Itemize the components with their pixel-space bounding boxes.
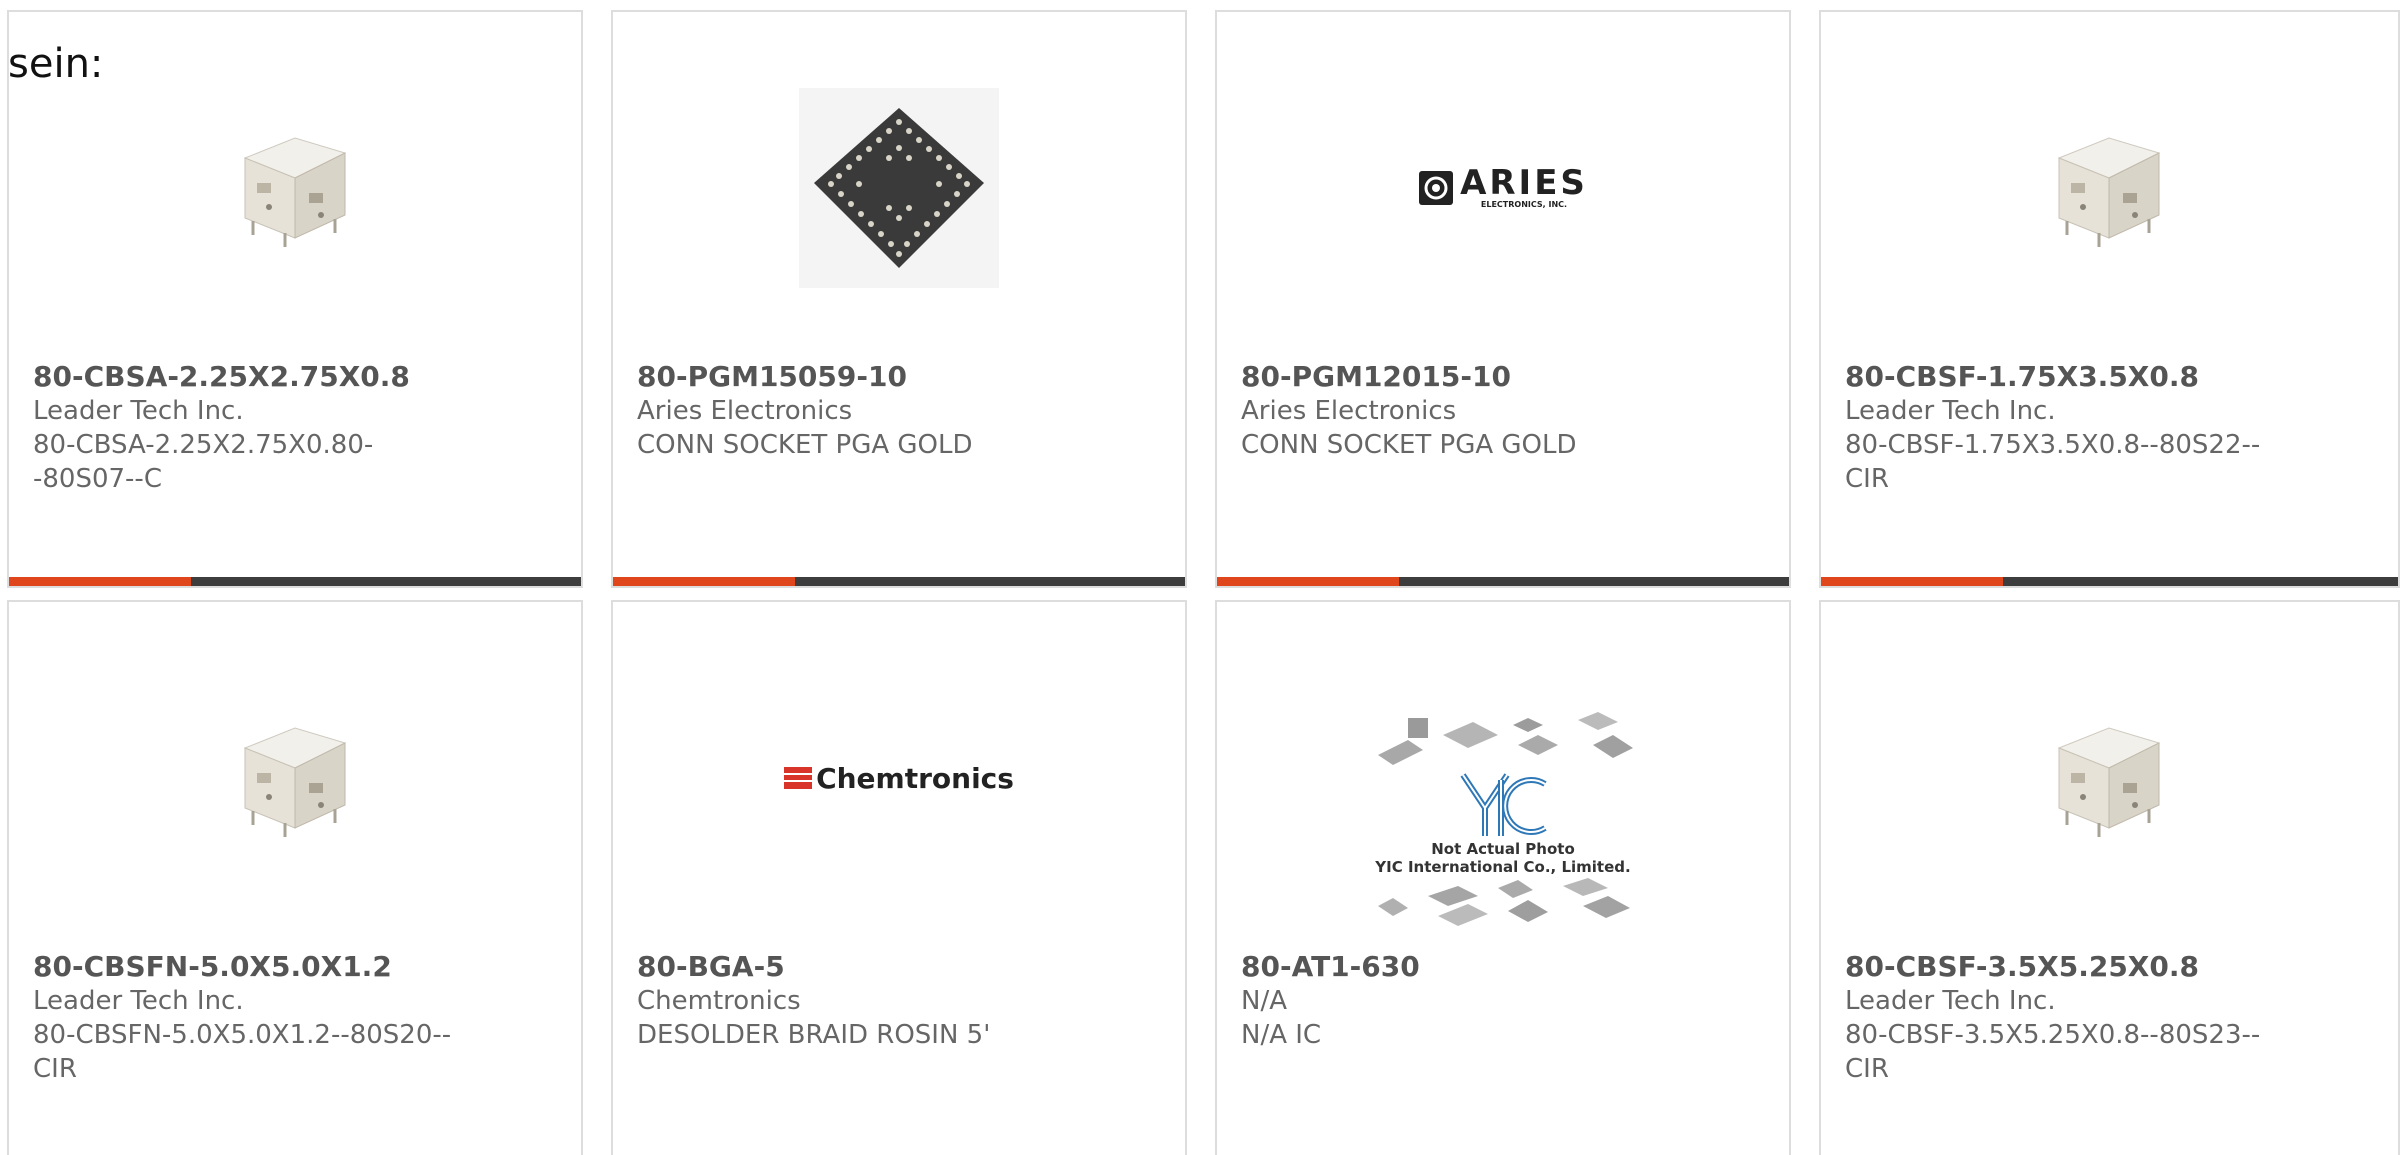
aries-logo-subtext: ELECTRONICS, INC. xyxy=(1480,200,1568,209)
description: CONN SOCKET PGA GOLD xyxy=(637,430,973,460)
card-bar-accent xyxy=(613,577,795,586)
product-card[interactable]: 80-CBSF-1.75X3.5X0.8 Leader Tech Inc. 80… xyxy=(1819,10,2400,588)
description: DESOLDER BRAID ROSIN 5' xyxy=(637,1020,991,1050)
card-bar xyxy=(9,577,581,586)
part-number[interactable]: 80-CBSA-2.25X2.75X0.8 xyxy=(33,360,410,394)
product-image[interactable] xyxy=(9,658,581,898)
not-actual-photo: Not Actual Photo YIC International Co., … xyxy=(1368,710,1638,926)
manufacturer: Leader Tech Inc. xyxy=(1845,396,2056,426)
card-bar xyxy=(613,577,1185,586)
description: N/A IC xyxy=(1241,1020,1322,1050)
part-number[interactable]: 80-CBSFN-5.0X5.0X1.2 xyxy=(33,950,392,984)
description: 80-CBSFN-5.0X5.0X1.2--80S20--CIR xyxy=(33,1020,452,1084)
section-heading: sein: xyxy=(8,41,104,87)
product-image[interactable] xyxy=(9,68,581,308)
card-bar-accent xyxy=(9,577,191,586)
product-card[interactable]: 80-PGM15059-10 Aries Electronics CONN SO… xyxy=(611,10,1187,588)
shield-can-icon xyxy=(243,727,347,837)
card-bar xyxy=(1821,577,2398,586)
part-number[interactable]: 80-AT1-630 xyxy=(1241,950,1420,984)
manufacturer: Chemtronics xyxy=(637,986,801,1016)
chemtronics-logo-text: Chemtronics xyxy=(816,761,1014,795)
manufacturer: Leader Tech Inc. xyxy=(1845,986,2056,1016)
card-bar-accent xyxy=(1217,577,1399,586)
product-image[interactable] xyxy=(1821,658,2397,898)
card-bar-accent xyxy=(1821,577,2003,586)
chip-cluster-bottom-icon xyxy=(1378,878,1630,926)
description: CONN SOCKET PGA GOLD xyxy=(1241,430,1577,460)
yic-logo-icon xyxy=(1460,773,1547,836)
manufacturer: Leader Tech Inc. xyxy=(33,986,244,1016)
product-image[interactable]: Chemtronics xyxy=(613,658,1185,898)
description: 80-CBSF-3.5X5.25X0.8--80S23--CIR xyxy=(1845,1020,2261,1084)
product-card[interactable]: 80-CBSA-2.25X2.75X0.8 Leader Tech Inc. 8… xyxy=(7,10,583,588)
aries-logo-text: ARIES xyxy=(1460,163,1588,203)
aries-logo-icon xyxy=(1419,171,1454,205)
chemtronics-logo-icon xyxy=(784,767,813,789)
yic-company-label: YIC International Co., Limited. xyxy=(1375,858,1631,876)
product-image[interactable] xyxy=(1821,68,2397,308)
product-image[interactable] xyxy=(613,68,1185,308)
aries-logo: ARIES ELECTRONICS, INC. xyxy=(1418,166,1588,210)
part-number[interactable]: 80-PGM12015-10 xyxy=(1241,360,1511,394)
part-number[interactable]: 80-PGM15059-10 xyxy=(637,360,907,394)
shield-can-icon xyxy=(243,137,347,247)
chip-cluster-top-icon xyxy=(1378,712,1633,765)
product-image[interactable]: Not Actual Photo YIC International Co., … xyxy=(1217,698,1789,938)
part-number[interactable]: 80-CBSF-1.75X3.5X0.8 xyxy=(1845,360,2199,394)
not-actual-photo-label: Not Actual Photo xyxy=(1431,840,1575,858)
chemtronics-logo: Chemtronics xyxy=(784,762,1014,795)
product-image[interactable]: ARIES ELECTRONICS, INC. xyxy=(1217,68,1789,308)
product-card[interactable]: ARIES ELECTRONICS, INC. 80-PGM12015-10 A… xyxy=(1215,10,1791,588)
description: 80-CBSF-1.75X3.5X0.8--80S22--CIR xyxy=(1845,430,2261,494)
part-number[interactable]: 80-BGA-5 xyxy=(637,950,785,984)
shield-can-icon xyxy=(2057,727,2161,837)
part-number[interactable]: 80-CBSF-3.5X5.25X0.8 xyxy=(1845,950,2199,984)
manufacturer: N/A xyxy=(1241,986,1287,1016)
product-card[interactable]: Not Actual Photo YIC International Co., … xyxy=(1215,600,1791,1155)
product-card[interactable]: 80-CBSFN-5.0X5.0X1.2 Leader Tech Inc. 80… xyxy=(7,600,583,1155)
manufacturer: Aries Electronics xyxy=(637,396,853,426)
manufacturer: Aries Electronics xyxy=(1241,396,1457,426)
product-grid-page: sein: 80-CBSA-2.25X2.75X0.8 Leader Tech … xyxy=(0,0,2400,1155)
description: 80-CBSA-2.25X2.75X0.80--80S07--C xyxy=(33,430,374,494)
pga-socket-icon xyxy=(799,88,999,288)
product-card[interactable]: Chemtronics 80-BGA-5 Chemtronics DESOLDE… xyxy=(611,600,1187,1155)
product-card[interactable]: 80-CBSF-3.5X5.25X0.8 Leader Tech Inc. 80… xyxy=(1819,600,2400,1155)
card-bar xyxy=(1217,577,1789,586)
shield-can-icon xyxy=(2057,137,2161,247)
manufacturer: Leader Tech Inc. xyxy=(33,396,244,426)
